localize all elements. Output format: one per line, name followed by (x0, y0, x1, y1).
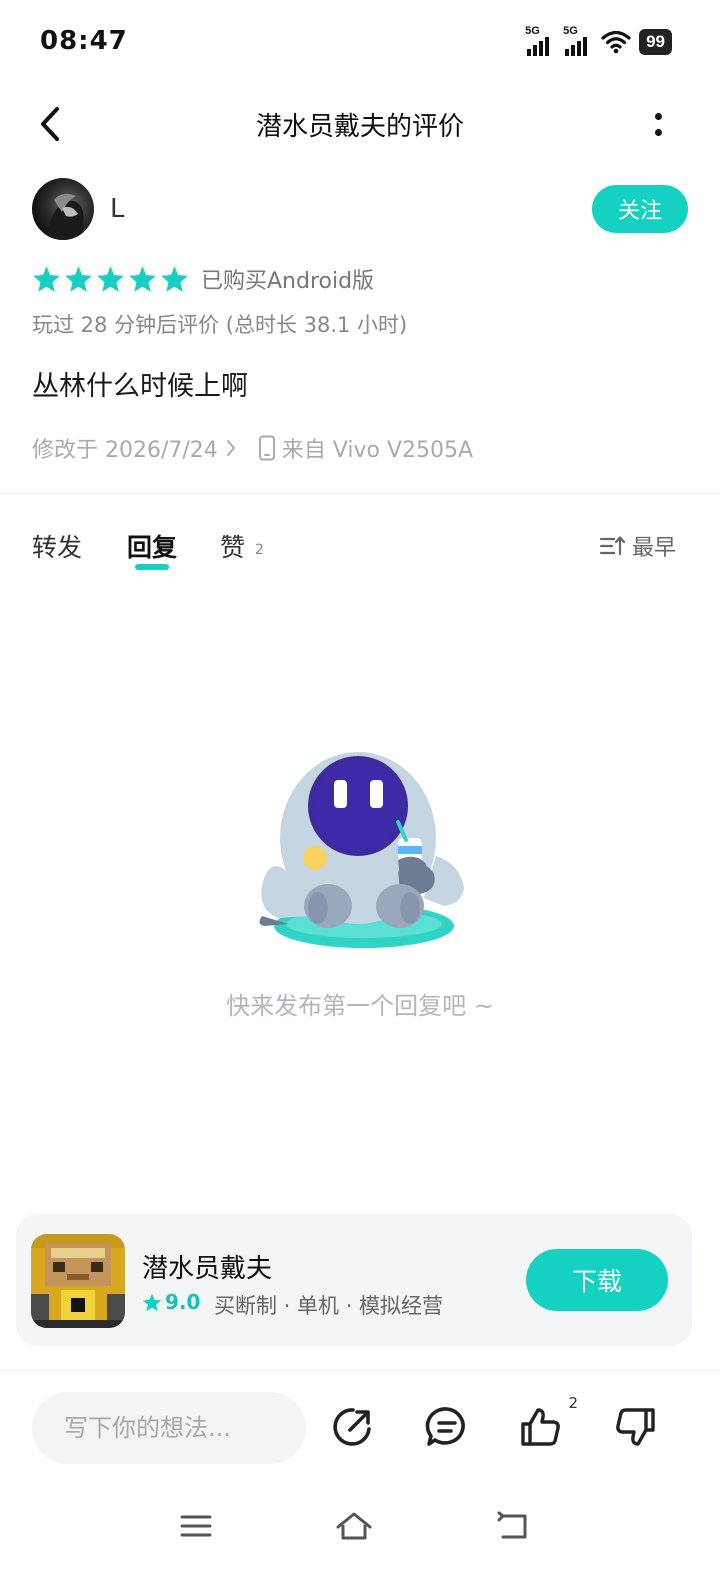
empty-state-illustration (248, 748, 470, 954)
home-button[interactable] (334, 1506, 374, 1546)
system-back-button[interactable] (492, 1506, 532, 1546)
more-dot (654, 112, 662, 120)
more-button[interactable] (648, 106, 668, 142)
more-dot (654, 128, 662, 136)
menu-button[interactable] (176, 1506, 216, 1546)
page-title: 潜水员戴夫的评价 (255, 112, 464, 142)
playtime-text: 玩过 28 分钟后评价 (总时长 38.1 小时) (32, 313, 408, 337)
rating-row: 已购买Android版 (32, 262, 374, 296)
tab-reply[interactable]: 回复 (127, 528, 178, 570)
phone-icon (258, 435, 276, 461)
tab-like-count: 2 (255, 542, 264, 558)
comment-input[interactable] (32, 1392, 306, 1464)
dislike-button[interactable] (612, 1404, 658, 1450)
star-icon (33, 266, 60, 292)
chevron-right-icon[interactable] (226, 439, 236, 457)
user-name[interactable]: L (110, 194, 125, 224)
share-icon (333, 1408, 371, 1446)
signal-icon: 5G (525, 25, 555, 56)
follow-button[interactable]: 关注 (592, 185, 688, 233)
status-time: 08:47 (40, 26, 128, 56)
thumbs-down-icon (616, 1408, 655, 1446)
star-icon (142, 1293, 162, 1311)
signal-label: 5G (563, 25, 578, 37)
star-icon (129, 266, 156, 292)
modified-date[interactable]: 修改于 2026/7/24 (32, 432, 218, 464)
wifi-icon (601, 30, 631, 54)
avatar[interactable] (32, 178, 94, 240)
star-icon (97, 266, 124, 292)
tab-like-label: 赞 (220, 533, 246, 562)
like-count: 2 (568, 1394, 578, 1412)
game-name[interactable]: 潜水员戴夫 (142, 1248, 272, 1285)
like-button[interactable]: 2 (518, 1394, 578, 1450)
avatar-image (46, 193, 84, 240)
sort-icon (599, 536, 626, 556)
tab-like[interactable]: 赞2 (220, 528, 264, 564)
bottom-action-bar: 2 (0, 1380, 720, 1476)
star-icon (161, 266, 188, 292)
signal-label: 5G (525, 25, 540, 37)
back-icon (497, 1511, 527, 1539)
sort-button[interactable]: 最早 (599, 530, 676, 562)
comment-button[interactable] (424, 1404, 470, 1450)
game-tags: 买断制 · 单机 · 模拟经营 (214, 1294, 444, 1318)
tab-forward[interactable]: 转发 (32, 528, 82, 564)
divider (0, 1370, 720, 1371)
signal-icon: 5G (563, 25, 593, 56)
review-text: 丛林什么时候上啊 (32, 371, 248, 402)
menu-icon (180, 1515, 212, 1537)
home-icon (336, 1512, 372, 1540)
game-score-value: 9.0 (165, 1290, 201, 1314)
comment-icon (425, 1407, 465, 1446)
meta-row: 修改于 2026/7/24 来自 Vivo V2505A (32, 432, 473, 464)
device-label: 来自 Vivo V2505A (281, 438, 474, 463)
game-icon[interactable] (31, 1234, 125, 1328)
status-bar: 08:47 5G 5G 99 (0, 0, 720, 84)
top-nav: 潜水员戴夫的评价 (0, 92, 720, 156)
battery-indicator: 99 (639, 29, 672, 55)
status-icons: 5G 5G 99 (525, 25, 672, 56)
share-button[interactable] (330, 1404, 376, 1450)
user-row: L 关注 (32, 178, 688, 240)
game-card[interactable]: 潜水员戴夫 9.0 买断制 · 单机 · 模拟经营 下载 (16, 1214, 692, 1346)
tab-reply-label: 回复 (127, 533, 178, 562)
tab-active-indicator (135, 564, 169, 570)
sort-label: 最早 (631, 536, 676, 561)
game-score: 9.0 (142, 1290, 200, 1314)
download-button[interactable]: 下载 (526, 1249, 668, 1311)
divider (0, 493, 720, 494)
empty-state-text: 快来发布第一个回复吧 ~ (226, 992, 494, 1020)
purchase-label: 已购买Android版 (201, 269, 375, 294)
thumbs-up-icon (521, 1408, 560, 1446)
star-icon (65, 266, 92, 292)
system-nav-bar (0, 1496, 720, 1556)
star-rating (32, 265, 189, 293)
tab-bar: 转发 回复 赞2 最早 (0, 520, 720, 570)
